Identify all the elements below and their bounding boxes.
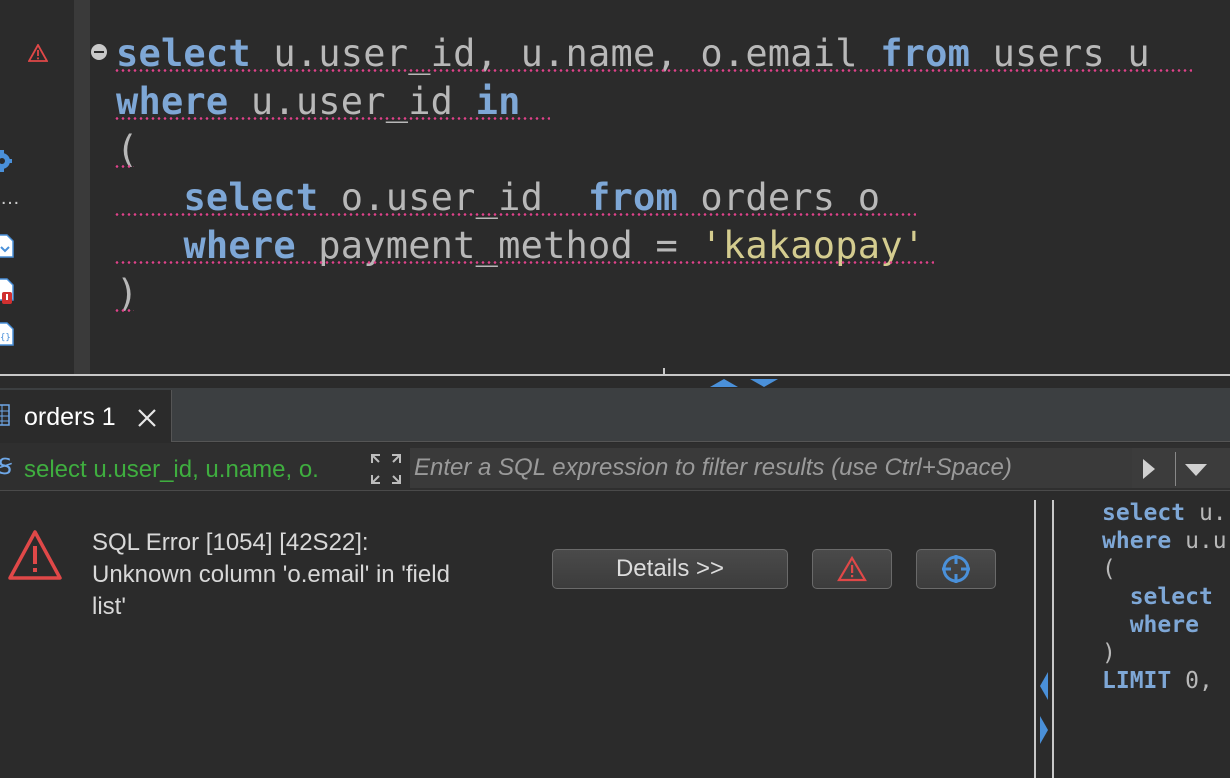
panel-divider[interactable] <box>1034 500 1036 778</box>
panel-splitter[interactable] <box>0 374 1230 388</box>
panel-toggle-icon[interactable] <box>1038 670 1050 750</box>
preview-line: where u.u <box>1102 527 1227 555</box>
editor-gutter: … {} <box>0 0 74 374</box>
run-filter-icon[interactable] <box>1140 457 1158 481</box>
filter-placeholder: Enter a SQL expression to filter results… <box>414 454 1012 481</box>
error-underline <box>114 261 934 264</box>
error-underline <box>114 165 134 168</box>
script-icon[interactable] <box>0 234 14 258</box>
warning-icon <box>837 556 867 582</box>
results-tabbar <box>0 388 1230 442</box>
more-icon[interactable]: … <box>0 188 20 208</box>
sql-token: 0, <box>1171 668 1213 694</box>
preview-line: ) <box>1102 639 1116 667</box>
warning-icon[interactable] <box>28 44 48 62</box>
sql-token: ( <box>1102 556 1116 582</box>
settings-icon[interactable] <box>0 148 16 174</box>
tab-label: orders 1 <box>24 403 116 431</box>
dropdown-icon[interactable] <box>1183 462 1209 478</box>
preview-line: select <box>1102 583 1213 611</box>
error-underline <box>114 69 1192 72</box>
sql-token: u.u <box>1171 528 1227 554</box>
script-error-icon[interactable] <box>0 278 14 306</box>
sql-keyword: LIMIT <box>1102 668 1172 694</box>
error-message: SQL Error [1054] [42S22]: Unknown column… <box>92 527 450 623</box>
collapse-icon[interactable] <box>90 43 108 61</box>
sql-keyword: where <box>1102 528 1172 554</box>
preview-line: select u. <box>1102 499 1227 527</box>
active-query-text[interactable]: select u.user_id, u.name, o. <box>24 456 356 484</box>
script-json-icon[interactable]: {} <box>0 322 14 346</box>
error-underline <box>114 117 550 120</box>
sql-keyword: select <box>1102 500 1186 526</box>
error-line: Unknown column 'o.email' in 'field <box>92 561 450 588</box>
sql-icon: Ꞩ <box>0 455 12 480</box>
error-underline <box>114 213 916 216</box>
error-log-button[interactable] <box>812 549 892 589</box>
grid-icon <box>0 404 10 426</box>
close-icon[interactable] <box>137 408 157 428</box>
crosshair-icon <box>942 555 970 583</box>
error-underline <box>114 309 134 312</box>
editor-ruler <box>74 0 90 374</box>
query-preview-panel: select u. where u.u ( select where ) LIM… <box>1054 491 1230 778</box>
sql-keyword: select <box>1129 584 1213 610</box>
filter-input[interactable]: Enter a SQL expression to filter results… <box>410 448 1132 488</box>
error-icon <box>8 530 62 580</box>
preview-line: LIMIT 0, <box>1102 667 1213 695</box>
locate-error-button[interactable] <box>916 549 996 589</box>
caret-marker <box>663 368 665 376</box>
expand-icon[interactable] <box>370 453 402 485</box>
splitter-toggle-icon[interactable] <box>706 376 784 388</box>
svg-text:{}: {} <box>0 333 11 343</box>
sql-keyword: where <box>1129 612 1199 638</box>
error-line: list' <box>92 593 126 620</box>
divider <box>1175 452 1176 486</box>
details-button[interactable]: Details >> <box>552 549 788 589</box>
sql-token: ) <box>1102 640 1116 666</box>
error-line: SQL Error [1054] [42S22]: <box>92 529 369 556</box>
sql-token: u. <box>1185 500 1227 526</box>
preview-line: ( <box>1102 555 1116 583</box>
preview-line: where <box>1102 611 1199 639</box>
tab-orders-1[interactable]: orders 1 <box>0 390 172 442</box>
